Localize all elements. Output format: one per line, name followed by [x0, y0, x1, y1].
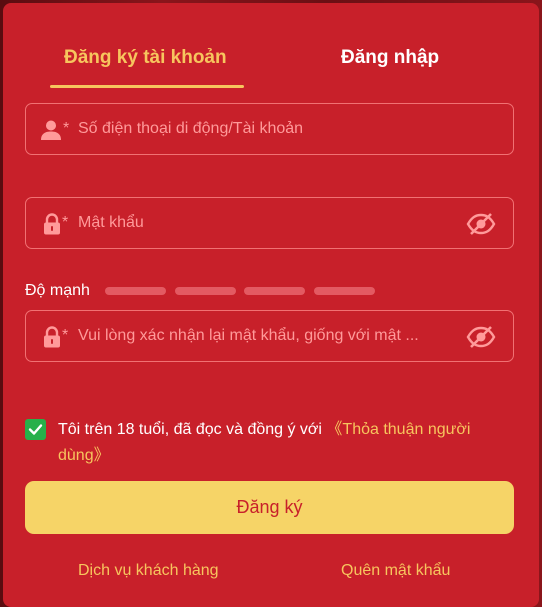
check-icon — [28, 424, 43, 435]
password-field[interactable]: * — [25, 197, 514, 249]
agree-checkbox[interactable] — [25, 419, 46, 440]
forgot-password-link[interactable]: Quên mật khẩu — [341, 562, 450, 580]
strength-segment — [244, 287, 305, 295]
agreement-statement: Tôi trên 18 tuổi, đã đọc và đồng ý với — [58, 421, 327, 438]
password-input[interactable] — [78, 198, 458, 248]
confirm-password-input[interactable] — [78, 311, 458, 361]
auth-tabs: Đăng ký tài khoản Đăng nhập — [3, 3, 539, 93]
active-tab-indicator — [50, 85, 244, 88]
customer-service-link[interactable]: Dịch vụ khách hàng — [78, 562, 219, 580]
strength-label: Độ mạnh — [25, 282, 90, 299]
eye-off-icon[interactable] — [466, 212, 496, 236]
tab-register[interactable]: Đăng ký tài khoản — [64, 47, 227, 69]
agreement-text: Tôi trên 18 tuổi, đã đọc và đồng ý với 《… — [58, 417, 508, 469]
register-panel: Đăng ký tài khoản Đăng nhập * * — [3, 3, 539, 607]
lock-icon — [42, 326, 64, 348]
required-mark: * — [62, 214, 69, 231]
register-button[interactable]: Đăng ký — [25, 481, 514, 534]
account-input[interactable] — [78, 104, 458, 154]
required-mark: * — [63, 120, 70, 137]
tab-login[interactable]: Đăng nhập — [341, 47, 439, 69]
strength-segment — [175, 287, 236, 295]
strength-segment — [105, 287, 166, 295]
strength-segment — [314, 287, 375, 295]
eye-off-icon[interactable] — [466, 325, 496, 349]
lock-icon — [42, 213, 64, 235]
account-field[interactable]: * — [25, 103, 514, 155]
confirm-password-field[interactable]: * — [25, 310, 514, 362]
required-mark: * — [62, 327, 69, 344]
user-icon — [40, 119, 62, 141]
